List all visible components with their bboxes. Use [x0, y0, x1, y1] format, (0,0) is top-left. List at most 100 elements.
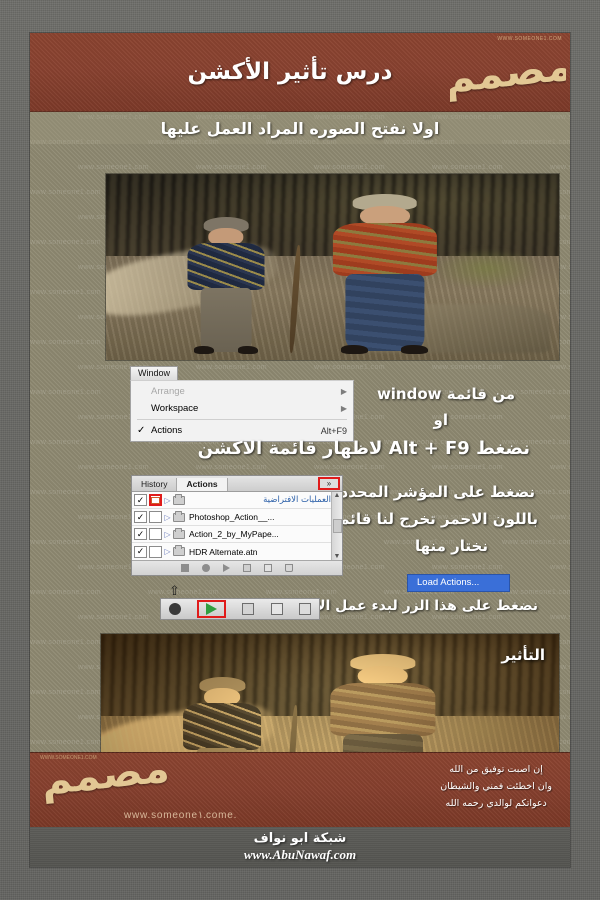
load-actions-menu-item[interactable]: Load Actions... [407, 574, 511, 592]
actions-panel-footer [132, 560, 342, 575]
row-dialog-toggle[interactable] [149, 528, 162, 540]
play-icon[interactable] [206, 603, 218, 615]
watermark-text: www.someone1.com [502, 589, 570, 596]
cursor-pointer-icon: ⇧ [169, 583, 180, 598]
watermark-text: www.someone1.com [30, 739, 101, 746]
watermark-text: www.someone1.com [314, 464, 385, 471]
play-button-highlight[interactable] [197, 600, 227, 618]
original-photo [105, 173, 560, 361]
watermark-text: www.someone1.com [30, 339, 101, 346]
menu-item-arrange[interactable]: Arrange ▶ [131, 383, 353, 400]
stop-icon[interactable] [181, 564, 189, 572]
boy-figure-small [187, 216, 265, 355]
scroll-up-icon[interactable]: ▲ [334, 492, 341, 499]
menu-item-label: Arrange [151, 386, 185, 397]
instruction-press-alt-f9: نضغط Alt + F9 لاظهار قائمة الاكشن [197, 438, 530, 459]
delete-icon[interactable] [285, 564, 293, 572]
dua-line: وان اخطئت فمني والشيطان [440, 781, 552, 792]
jeans [345, 274, 425, 352]
row-toggle-checkbox[interactable]: ✓ [134, 494, 147, 506]
play-icon[interactable] [223, 564, 230, 572]
page-background: www.someone1.com www.someone1.com www.some… [0, 0, 600, 900]
scroll-down-icon[interactable]: ▼ [334, 553, 341, 560]
watermark-text: www.someone1.com [266, 589, 337, 596]
watermark-text: www.someone1.com [30, 439, 101, 446]
footer-banner: WWW.SOMEONE1.COM مصمم www.someone١.come.… [30, 745, 570, 827]
row-dialog-toggle[interactable] [149, 494, 162, 506]
watermark-text: www.someone1.com [432, 164, 503, 171]
new-action-icon[interactable] [264, 564, 272, 572]
tab-actions[interactable]: Actions [177, 478, 228, 491]
action-set-name: HDR Alternate.atn [189, 546, 258, 557]
expand-triangle-icon[interactable]: ▷ [162, 547, 173, 556]
watermark-text: www.someone1.com [30, 389, 101, 396]
row-toggle-checkbox[interactable]: ✓ [134, 511, 147, 523]
delete-icon[interactable] [298, 603, 311, 615]
logo-watermark-url: WWW.SOMEONE1.COM [497, 36, 562, 42]
menu-item-workspace[interactable]: Workspace ▶ [131, 400, 353, 417]
watermark-text: www.someone1.com [30, 489, 101, 496]
header-banner: درس تأثير الأكشن مصمم WWW.SOMEONE1.COM [30, 33, 570, 112]
folder-icon [173, 510, 185, 522]
scene-grass [432, 248, 541, 290]
window-menu-tab[interactable]: Window [130, 366, 179, 380]
panel-scrollbar[interactable]: ▲ ▼ [331, 492, 342, 560]
panel-expand-button[interactable]: » [318, 477, 340, 490]
record-icon[interactable] [202, 564, 210, 572]
row-dialog-toggle[interactable] [149, 545, 162, 558]
instruction-click-indicator: نضغط على المؤشر المحدد [340, 483, 535, 501]
folder-icon [173, 493, 185, 505]
watermark-text: www.someone1.com [550, 514, 570, 521]
menu-item-shortcut: Alt+F9 [320, 425, 347, 436]
table-row[interactable]: ✓ ▷ Photoshop_Action__... [132, 509, 331, 526]
instruction-from-window-menu: من قائمة window [376, 385, 515, 403]
new-set-icon[interactable] [243, 564, 251, 572]
watermark-text: www.someone1.com [78, 464, 149, 471]
site-credit-bar: شبكة ابو نواف www.AbuNawaf.com [30, 827, 570, 867]
watermark-text: www.someone1.com [314, 164, 385, 171]
table-row[interactable]: ✓ ▷ العمليات الافتراضية [132, 492, 331, 509]
instruction-or: او [433, 411, 448, 429]
submenu-arrow-icon: ▶ [340, 404, 347, 413]
tab-history[interactable]: History [132, 478, 178, 491]
step-one-subtitle: اولا نفتح الصوره المراد العمل عليها [30, 112, 570, 144]
table-row[interactable]: ✓ ▷ Action_2_by_MyPape... [132, 526, 331, 543]
action-set-name: Action_2_by_MyPape... [189, 529, 279, 539]
menu-divider [137, 419, 347, 420]
watermark-text: www.someone1.com [550, 614, 570, 621]
expand-triangle-icon[interactable]: ▷ [162, 496, 173, 505]
watermark-text: www.someone1.com [550, 414, 570, 421]
watermark-text: www.someone1.com [148, 589, 219, 596]
watermark-text: www.someone1.com [30, 239, 101, 246]
watermark-text: www.someone1.com [432, 564, 503, 571]
watermark-text: www.someone1.com [30, 289, 101, 296]
menu-item-actions[interactable]: ✓ Actions Alt+F9 [131, 422, 353, 439]
photoshop-window-menu[interactable]: Window Arrange ▶ Workspace ▶ ✓ Actions A… [130, 366, 354, 442]
expand-triangle-icon[interactable]: ▷ [162, 530, 173, 539]
actions-list: ✓ ▷ العمليات الافتراضية ✓ ▷ Photoshop_Ac… [132, 492, 331, 560]
watermark-text: www.someone1.com [502, 539, 570, 546]
page-title: درس تأثير الأكشن [187, 59, 393, 85]
dua-line: إن اصبت توفيق من الله [449, 764, 543, 775]
sweater [187, 242, 265, 290]
watermark-text: www.someone1.com [196, 164, 267, 171]
watermark-text: www.someone1.com [550, 564, 570, 571]
effect-label: التأثير [501, 646, 545, 664]
actions-panel[interactable]: History Actions » ✓ ▷ العمليات الافتراضي… [131, 475, 343, 576]
expand-triangle-icon[interactable]: ▷ [162, 513, 173, 522]
record-icon[interactable] [169, 603, 182, 615]
row-toggle-checkbox[interactable]: ✓ [134, 528, 147, 540]
row-dialog-toggle[interactable] [149, 511, 162, 523]
designer-logo: مصمم [450, 33, 566, 112]
row-toggle-checkbox[interactable]: ✓ [134, 545, 147, 558]
watermark-text: www.someone1.com [78, 164, 149, 171]
watermark-text: www.someone1.com [30, 589, 101, 596]
watermark-text: www.someone1.com [432, 364, 503, 371]
new-action-icon[interactable] [270, 603, 283, 615]
footer-site-url: www.someone١.come. [124, 810, 238, 821]
sweater [332, 223, 437, 277]
new-set-icon[interactable] [242, 603, 255, 615]
trousers [200, 288, 252, 352]
scroll-thumb[interactable] [332, 519, 342, 533]
table-row[interactable]: ✓ ▷ HDR Alternate.atn [132, 543, 331, 560]
